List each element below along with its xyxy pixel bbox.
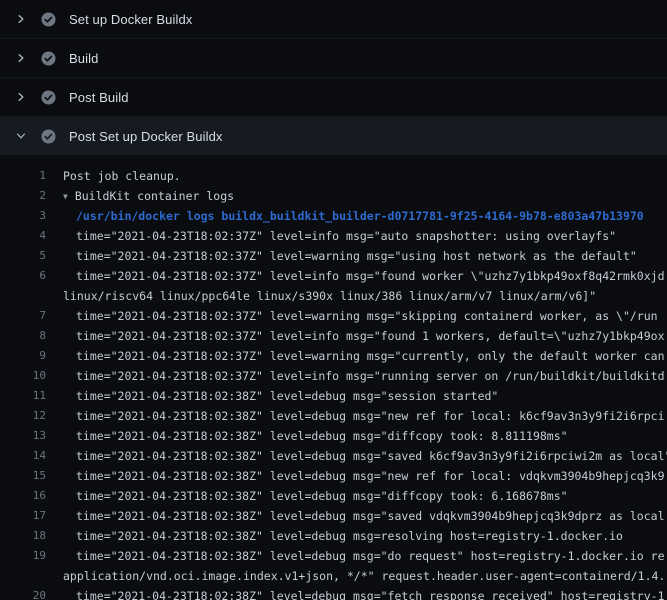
log-line-continuation: linux/riscv64 linux/ppc64le linux/s390x …: [0, 286, 667, 306]
line-number[interactable]: 6: [0, 266, 46, 286]
step-label: Post Set up Docker Buildx: [69, 129, 223, 144]
chevron-right-icon: [13, 89, 29, 105]
line-number: [0, 286, 46, 306]
log-line: 4 time="2021-04-23T18:02:37Z" level=info…: [0, 226, 667, 246]
log-line: 14 time="2021-04-23T18:02:38Z" level=deb…: [0, 446, 667, 466]
chevron-right-icon: [13, 11, 29, 27]
log-group-header[interactable]: 2 ▼BuildKit container logs: [0, 186, 667, 206]
line-number[interactable]: 15: [0, 466, 46, 486]
log-line: 16 time="2021-04-23T18:02:38Z" level=deb…: [0, 486, 667, 506]
log-line: 7 time="2021-04-23T18:02:37Z" level=warn…: [0, 306, 667, 326]
log-text: time="2021-04-23T18:02:37Z" level=info m…: [63, 326, 667, 346]
log-text: ▼BuildKit container logs: [63, 186, 667, 206]
log-text: time="2021-04-23T18:02:37Z" level=warnin…: [63, 306, 667, 326]
step-list: Set up Docker Buildx Build Post Build: [0, 0, 667, 155]
log-line: 13 time="2021-04-23T18:02:38Z" level=deb…: [0, 426, 667, 446]
log-content: 1 Post job cleanup. 2 ▼BuildKit containe…: [0, 155, 667, 600]
line-number[interactable]: 12: [0, 406, 46, 426]
chevron-right-icon: [13, 50, 29, 66]
line-number[interactable]: 20: [0, 586, 46, 600]
log-text: time="2021-04-23T18:02:38Z" level=debug …: [63, 426, 667, 446]
log-line: 20 time="2021-04-23T18:02:38Z" level=deb…: [0, 586, 667, 600]
log-line: 6 time="2021-04-23T18:02:37Z" level=info…: [0, 266, 667, 286]
line-number[interactable]: 9: [0, 346, 46, 366]
check-circle-icon: [40, 128, 56, 144]
log-text: time="2021-04-23T18:02:38Z" level=debug …: [63, 406, 667, 426]
step-row-post-build[interactable]: Post Build: [0, 78, 667, 117]
line-number[interactable]: 13: [0, 426, 46, 446]
log-line: 1 Post job cleanup.: [0, 166, 667, 186]
step-label: Post Build: [69, 90, 129, 105]
step-row-build[interactable]: Build: [0, 39, 667, 78]
line-number[interactable]: 19: [0, 546, 46, 566]
line-number: [0, 566, 46, 586]
check-circle-icon: [40, 11, 56, 27]
step-label: Build: [69, 51, 98, 66]
step-row-post-setup-docker-buildx[interactable]: Post Set up Docker Buildx: [0, 117, 667, 155]
line-number[interactable]: 11: [0, 386, 46, 406]
log-text: linux/riscv64 linux/ppc64le linux/s390x …: [63, 286, 667, 306]
log-line: 15 time="2021-04-23T18:02:38Z" level=deb…: [0, 466, 667, 486]
log-text: time="2021-04-23T18:02:38Z" level=debug …: [63, 486, 667, 506]
line-number[interactable]: 18: [0, 526, 46, 546]
line-number[interactable]: 7: [0, 306, 46, 326]
log-line: 17 time="2021-04-23T18:02:38Z" level=deb…: [0, 506, 667, 526]
log-text: time="2021-04-23T18:02:37Z" level=info m…: [63, 226, 667, 246]
line-number[interactable]: 1: [0, 166, 46, 186]
log-line: 3 /usr/bin/docker logs buildx_buildkit_b…: [0, 206, 667, 226]
line-number[interactable]: 4: [0, 226, 46, 246]
line-number[interactable]: 8: [0, 326, 46, 346]
log-line: 10 time="2021-04-23T18:02:37Z" level=inf…: [0, 366, 667, 386]
log-line: 11 time="2021-04-23T18:02:38Z" level=deb…: [0, 386, 667, 406]
log-text: time="2021-04-23T18:02:38Z" level=debug …: [63, 546, 667, 566]
check-circle-icon: [40, 50, 56, 66]
line-number[interactable]: 14: [0, 446, 46, 466]
log-line: 12 time="2021-04-23T18:02:38Z" level=deb…: [0, 406, 667, 426]
line-number[interactable]: 16: [0, 486, 46, 506]
log-text: time="2021-04-23T18:02:37Z" level=warnin…: [63, 246, 667, 266]
line-number[interactable]: 17: [0, 506, 46, 526]
log-text: time="2021-04-23T18:02:37Z" level=info m…: [63, 366, 667, 386]
log-text: Post job cleanup.: [63, 166, 667, 186]
group-title: BuildKit container logs: [75, 189, 234, 203]
log-line: 5 time="2021-04-23T18:02:37Z" level=warn…: [0, 246, 667, 266]
check-circle-icon: [40, 89, 56, 105]
log-text: time="2021-04-23T18:02:37Z" level=warnin…: [63, 346, 667, 366]
step-row-setup-docker-buildx[interactable]: Set up Docker Buildx: [0, 0, 667, 39]
log-text: time="2021-04-23T18:02:38Z" level=debug …: [63, 446, 667, 466]
command-text: /usr/bin/docker logs buildx_buildkit_bui…: [63, 206, 667, 226]
log-line: 8 time="2021-04-23T18:02:37Z" level=info…: [0, 326, 667, 346]
caret-down-icon: ▼: [63, 187, 75, 206]
line-number[interactable]: 5: [0, 246, 46, 266]
log-text: time="2021-04-23T18:02:38Z" level=debug …: [63, 386, 667, 406]
log-text: time="2021-04-23T18:02:37Z" level=info m…: [63, 266, 667, 286]
log-text: time="2021-04-23T18:02:38Z" level=debug …: [63, 586, 667, 600]
log-line: 18 time="2021-04-23T18:02:38Z" level=deb…: [0, 526, 667, 546]
log-text: time="2021-04-23T18:02:38Z" level=debug …: [63, 506, 667, 526]
log-line: 19 time="2021-04-23T18:02:38Z" level=deb…: [0, 546, 667, 566]
actions-log-viewer: Set up Docker Buildx Build Post Build: [0, 0, 667, 600]
line-number[interactable]: 2: [0, 186, 46, 206]
log-text: application/vnd.oci.image.index.v1+json,…: [63, 566, 667, 586]
log-line-continuation: application/vnd.oci.image.index.v1+json,…: [0, 566, 667, 586]
log-line: 9 time="2021-04-23T18:02:37Z" level=warn…: [0, 346, 667, 366]
log-text: time="2021-04-23T18:02:38Z" level=debug …: [63, 466, 667, 486]
line-number[interactable]: 10: [0, 366, 46, 386]
chevron-down-icon: [13, 128, 29, 144]
line-number[interactable]: 3: [0, 206, 46, 226]
step-label: Set up Docker Buildx: [69, 12, 192, 27]
log-text: time="2021-04-23T18:02:38Z" level=debug …: [63, 526, 667, 546]
